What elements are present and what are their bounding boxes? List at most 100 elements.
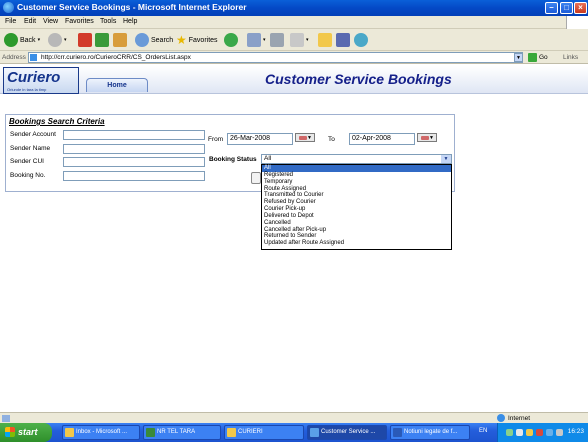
menu-help[interactable]: Help — [123, 18, 137, 25]
menu-view[interactable]: View — [43, 18, 58, 25]
to-label: To — [328, 136, 335, 143]
ie-icon — [310, 428, 319, 437]
title-bar: Customer Service Bookings - Microsoft In… — [0, 0, 588, 16]
search-button-partial[interactable] — [251, 172, 261, 184]
start-button[interactable]: start — [0, 423, 52, 442]
windows-flag-icon — [566, 16, 588, 29]
calendar-icon — [299, 136, 307, 140]
refresh-button[interactable] — [95, 32, 109, 48]
calendar-icon — [421, 136, 429, 140]
booking-status-label: Booking Status — [209, 156, 257, 163]
from-date-input[interactable]: 26-Mar-2008 — [227, 133, 293, 145]
status-option[interactable]: Cancelled — [262, 220, 451, 227]
to-date-input[interactable]: 02-Apr-2008 — [349, 133, 415, 145]
messenger-icon — [354, 33, 368, 47]
curiero-logo[interactable]: Curiero Oriunde in tara la timp — [3, 67, 79, 94]
status-option[interactable]: Courier Pick-up — [262, 206, 451, 213]
windows-logo-icon — [5, 427, 15, 437]
print-button[interactable] — [270, 32, 284, 48]
language-indicator[interactable]: EN — [479, 428, 487, 434]
booking-no-input[interactable] — [63, 171, 205, 181]
tray-app-icon[interactable] — [526, 429, 533, 436]
task-label: Notiuni legate de f... — [404, 429, 458, 435]
page-icon — [30, 54, 37, 61]
search-icon — [135, 33, 149, 47]
taskbar-item-notiuni[interactable]: Notiuni legate de f... — [390, 425, 470, 440]
status-option[interactable]: Registered — [262, 172, 451, 179]
menu-tools[interactable]: Tools — [100, 18, 116, 25]
antivirus-icon[interactable] — [536, 429, 543, 436]
status-option[interactable]: Route Assigned — [262, 186, 451, 193]
maximize-button[interactable]: □ — [560, 2, 573, 14]
menu-edit[interactable]: Edit — [24, 18, 36, 25]
go-button[interactable]: Go — [528, 53, 548, 62]
research-icon — [336, 33, 350, 47]
taskbar: start Inbox - Microsoft ... NR TEL TARA … — [0, 423, 588, 442]
logo-text: Curiero — [7, 69, 61, 86]
page-content: Curiero Oriunde in tara la timp Home Cus… — [0, 64, 588, 412]
chevron-down-icon: ▼ — [441, 155, 451, 163]
messenger-button[interactable] — [354, 32, 368, 48]
tab-home[interactable]: Home — [86, 78, 148, 92]
taskbar-item-nr-tel-tara[interactable]: NR TEL TARA — [143, 425, 221, 440]
stop-button[interactable] — [78, 32, 92, 48]
back-arrow-icon — [4, 33, 18, 47]
menu-file[interactable]: File — [5, 18, 16, 25]
folder-button[interactable] — [318, 32, 332, 48]
edit-button[interactable]: ▾ — [290, 32, 309, 48]
status-option[interactable]: All — [262, 165, 451, 172]
sender-account-input[interactable] — [63, 130, 205, 140]
chevron-down-icon: ▾ — [306, 37, 309, 43]
edit-icon — [290, 33, 304, 47]
ie-icon — [3, 2, 14, 13]
task-label: Customer Service ... — [321, 429, 376, 435]
status-option[interactable]: Temporary — [262, 179, 451, 186]
research-button[interactable] — [336, 32, 350, 48]
to-calendar-button[interactable]: ▼ — [417, 133, 437, 142]
menu-bar: File Edit View Favorites Tools Help — [0, 16, 588, 29]
page-status-icon — [2, 415, 10, 422]
status-option[interactable]: Refused by Courier — [262, 199, 451, 206]
back-button[interactable]: Back ▾ — [4, 32, 40, 48]
search-button[interactable]: Search — [135, 32, 173, 48]
links-button[interactable]: Links — [563, 54, 578, 61]
taskbar-item-inbox[interactable]: Inbox - Microsoft ... — [62, 425, 140, 440]
taskbar-item-curieri[interactable]: CURIERI — [224, 425, 304, 440]
word-icon — [393, 428, 402, 437]
volume-icon[interactable] — [546, 429, 553, 436]
mail-button[interactable]: ▾ — [247, 32, 266, 48]
minimize-button[interactable]: – — [545, 2, 558, 14]
tray-app-icon[interactable] — [516, 429, 523, 436]
tray-app-icon[interactable] — [556, 429, 563, 436]
excel-icon — [146, 428, 155, 437]
close-button[interactable]: × — [574, 2, 587, 14]
status-option[interactable]: Transmitted to Courier — [262, 192, 451, 199]
forward-button[interactable]: ▾ — [48, 32, 67, 48]
status-bar: Internet — [0, 412, 588, 423]
status-option[interactable]: Updated after Route Assigned — [262, 240, 451, 247]
from-calendar-button[interactable]: ▼ — [295, 133, 315, 142]
status-option[interactable]: Delivered to Depot — [262, 213, 451, 220]
search-label: Search — [151, 36, 174, 44]
status-option[interactable]: Returned to Sender — [262, 233, 451, 240]
history-button[interactable] — [224, 32, 238, 48]
menu-favorites[interactable]: Favorites — [65, 18, 94, 25]
back-label: Back — [20, 36, 36, 44]
page-title: Customer Service Bookings — [265, 71, 452, 87]
address-input[interactable]: http://crr.curiero.ro/CurieroCRR/CS_Orde… — [28, 52, 523, 63]
booking-no-label: Booking No. — [10, 172, 46, 179]
home-toolbar-button[interactable] — [113, 32, 127, 48]
history-icon — [224, 33, 238, 47]
logo-tagline: Oriunde in tara la timp — [7, 87, 47, 92]
sender-cui-input[interactable] — [63, 157, 205, 167]
network-icon[interactable] — [506, 429, 513, 436]
go-label: Go — [539, 54, 548, 61]
booking-status-select[interactable]: All ▼ — [261, 154, 452, 164]
forward-arrow-icon — [48, 33, 62, 47]
outlook-icon — [65, 428, 74, 437]
taskbar-item-customer-service[interactable]: Customer Service ... — [307, 425, 387, 440]
favorites-button[interactable]: ★ Favorites — [176, 32, 218, 48]
address-dropdown-button[interactable]: ▼ — [514, 53, 523, 62]
status-option[interactable]: Cancelled after Pick-up — [262, 227, 451, 234]
sender-name-input[interactable] — [63, 144, 205, 154]
